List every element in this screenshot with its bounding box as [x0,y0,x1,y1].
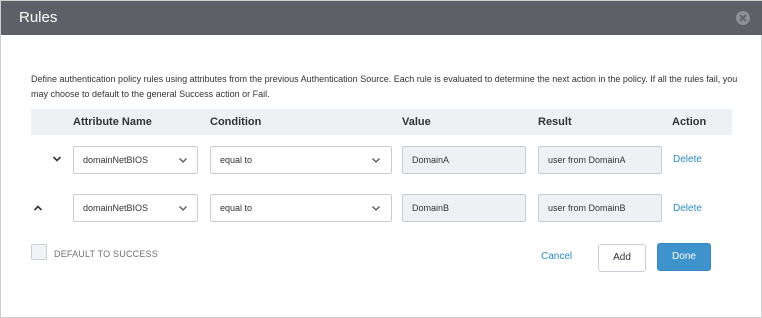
attribute-select-value: domainNetBIOS [83,203,149,213]
header-condition: Condition [210,116,262,128]
header-attribute-name: Attribute Name [73,116,152,128]
dialog-title: Rules [19,9,58,26]
condition-select[interactable]: equal to [210,194,392,222]
default-to-success-label: DEFAULT TO SUCCESS [54,249,158,259]
condition-select-value: equal to [220,155,253,165]
chevron-down-icon [179,158,187,163]
header-result: Result [538,116,572,128]
default-to-success-checkbox[interactable] [31,244,47,260]
result-input[interactable]: user from DomainA [538,146,662,174]
condition-select[interactable]: equal to [210,146,392,174]
close-icon[interactable] [736,11,750,25]
cancel-link[interactable]: Cancel [541,251,572,262]
add-button[interactable]: Add [598,244,646,272]
result-input[interactable]: user from DomainB [538,194,662,222]
chevron-down-icon [372,158,380,163]
header-action: Action [672,116,707,128]
table-header: Attribute Name Condition Value Result Ac… [31,109,732,135]
dialog-header: Rules [1,1,762,35]
chevron-down-icon[interactable] [52,155,62,163]
value-input[interactable]: DomainB [402,194,526,222]
header-value: Value [402,116,431,128]
chevron-up-icon[interactable] [33,204,43,212]
done-button[interactable]: Done [657,243,711,271]
delete-link[interactable]: Delete [673,154,702,165]
condition-select-value: equal to [220,203,253,213]
delete-link[interactable]: Delete [673,203,702,214]
chevron-down-icon [372,206,380,211]
attribute-select-value: domainNetBIOS [83,155,149,165]
rules-dialog: Rules Define authentication policy rules… [0,0,762,318]
dialog-description: Define authentication policy rules using… [31,74,738,99]
attribute-select[interactable]: domainNetBIOS [73,194,198,222]
attribute-select[interactable]: domainNetBIOS [73,146,198,174]
value-input[interactable]: DomainA [402,146,526,174]
chevron-down-icon [179,206,187,211]
